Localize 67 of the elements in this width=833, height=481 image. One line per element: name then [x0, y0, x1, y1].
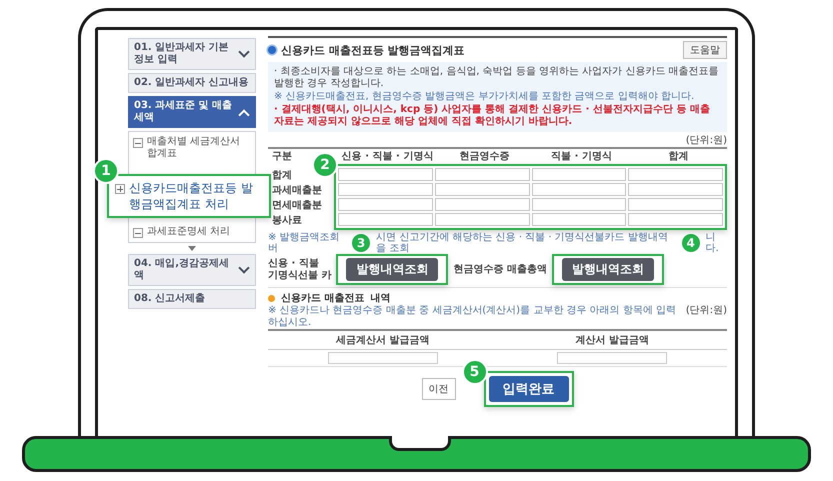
row-label: 면세매출분 — [271, 198, 323, 212]
input-field[interactable] — [328, 352, 438, 364]
sidebar-item[interactable]: 03. 과세표준 및 매출세액 — [128, 96, 256, 128]
section-heading: 내역 — [370, 292, 390, 305]
note-text: ※ 발행금액조회 버 — [268, 232, 341, 254]
minus-box-icon — [133, 228, 143, 238]
note-text: 니다. — [706, 232, 720, 254]
input-field[interactable] — [532, 198, 626, 211]
note-text: 시면 신고기간에 해당하는 신용 · 직불 · 기명식선불카드 발행내역을 조회 — [376, 232, 669, 254]
lookup-button[interactable]: 발행내역조회 — [562, 258, 654, 281]
input-field[interactable] — [338, 168, 433, 181]
input-field[interactable] — [338, 183, 433, 196]
column-header: 직불 · 기명식 — [550, 150, 613, 164]
sidebar-item[interactable]: 04. 매입,경감공제세액 — [128, 254, 256, 286]
row-label: 과세매출분 — [271, 184, 323, 196]
notice-text: · 결제대행(택시, 이니시스, kcp 등) 사업자를 통해 결제한 신용카드 · 선불전자지급수단 등 매출 자료는 제공되지 않으므로 해당 업체에 직접 확인하시기 바랍니다. — [274, 104, 711, 128]
column-header: 합계 — [668, 150, 690, 164]
row-label: 합계 — [271, 168, 293, 182]
column-header: 현금영수증 — [458, 150, 510, 164]
input-field[interactable] — [628, 168, 723, 181]
submenu-item[interactable]: 매출처별 세금계산서 합계표 — [133, 136, 251, 160]
notice-text: ※ 신용카드매출전표, 현금영수증 발행금액은 부가가치세를 포함한 금액으로 입력해야 합니다. — [274, 91, 696, 103]
step-number-badge: 1 — [93, 158, 119, 184]
sidebar-item[interactable]: 02. 일반과세자 신고내용 — [128, 73, 256, 93]
column-header: 구분 — [271, 150, 293, 164]
input-field[interactable] — [628, 198, 723, 211]
input-field[interactable] — [434, 183, 530, 196]
column-header: 계산서 발급금액 — [498, 331, 727, 350]
sidebar-item[interactable]: 08. 신고서제출 — [128, 289, 256, 309]
notice-text: · 최종소비자를 대상으로 하는 소매업, 음식업, 숙박업 등을 영위하는 사업자가 신용카드 매출전표를 발행한 경우 작성합니다. — [274, 66, 720, 90]
column-header: 세금계산서 발급금액 — [268, 331, 498, 350]
section-heading: 신용카드 매출전표 — [281, 292, 364, 305]
input-field[interactable] — [557, 352, 668, 364]
input-field[interactable] — [532, 213, 626, 226]
input-field[interactable] — [338, 198, 433, 211]
sidebar-item[interactable]: 01. 일반과세자 기본정보 입력 — [128, 38, 256, 70]
plus-box-icon — [115, 184, 125, 194]
row-label: 신용 · 직불 — [268, 258, 320, 270]
submit-button[interactable]: 입력완료 — [488, 376, 568, 402]
step-number-badge: 2 — [312, 152, 338, 178]
input-field[interactable] — [532, 168, 626, 181]
input-field[interactable] — [532, 183, 626, 196]
step-number-badge: 4 — [680, 232, 702, 254]
submenu-item[interactable]: 과세표준명세 처리 — [133, 226, 251, 238]
input-field[interactable] — [628, 213, 723, 226]
row-label: 현금영수증 매출총액 — [453, 264, 547, 276]
row-label: 기명식선불 카 — [268, 270, 332, 282]
input-field[interactable] — [434, 168, 530, 181]
help-button[interactable]: 도움말 — [683, 41, 727, 59]
input-field[interactable] — [434, 213, 530, 226]
step-number-badge: 5 — [462, 359, 488, 385]
column-header: 신용 · 직불 · 기명식 — [340, 150, 434, 164]
previous-button[interactable]: 이전 — [422, 378, 456, 400]
bullet-circle-icon — [268, 46, 276, 54]
lookup-button[interactable]: 발행내역조회 — [346, 258, 438, 281]
input-field[interactable] — [628, 183, 723, 196]
bullet-circle-icon — [268, 294, 275, 302]
input-field[interactable] — [338, 213, 433, 226]
step-number-badge: 3 — [350, 232, 372, 254]
row-label: 봉사료 — [271, 214, 303, 226]
minus-box-icon — [133, 138, 143, 148]
unit-label: (단위:원) — [684, 134, 727, 147]
unit-label: (단위:원) — [686, 305, 727, 318]
highlighted-menu-item[interactable]: 신용카드매출전표등 발행금액집계표 처리 — [107, 174, 271, 218]
section-title: 신용카드 매출전표등 발행금액집계표 — [281, 42, 465, 58]
input-field[interactable] — [434, 198, 530, 211]
note-text: ※ 신용카드나 현금영수증 매출분 중 세금계산서(계산서)를 교부한 경우 아래의 항목에 입력하십시오. — [268, 305, 677, 329]
